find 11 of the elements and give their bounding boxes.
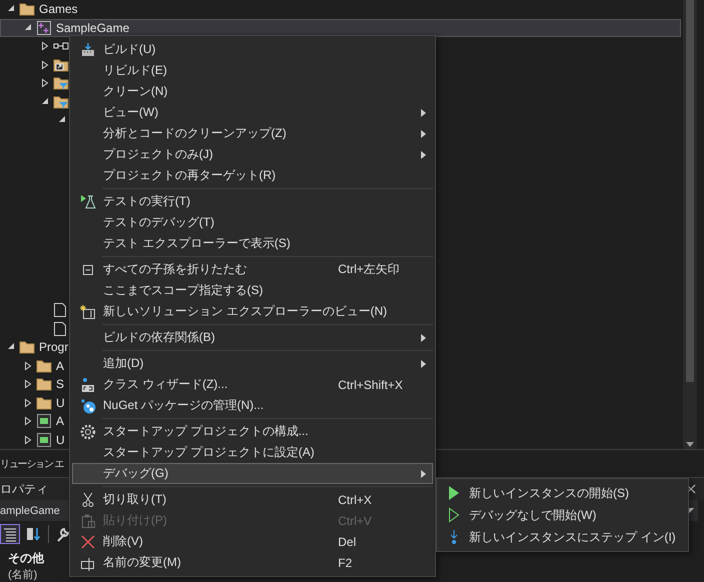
panel-title: ロパティ	[0, 480, 48, 498]
tree-item-label: U	[55, 396, 65, 410]
tree-item-label: Progr	[38, 340, 68, 354]
category-label: その他	[7, 550, 44, 567]
tree-item-label: Games	[38, 2, 78, 16]
tree-item-label: A	[55, 358, 64, 373]
tree-item-label: A	[55, 414, 64, 428]
tree-item-label: U	[55, 432, 65, 447]
tree-item-label: S	[55, 377, 64, 392]
property-name: (名前)	[7, 568, 38, 582]
tree-item-label: SampleGame	[55, 20, 130, 35]
